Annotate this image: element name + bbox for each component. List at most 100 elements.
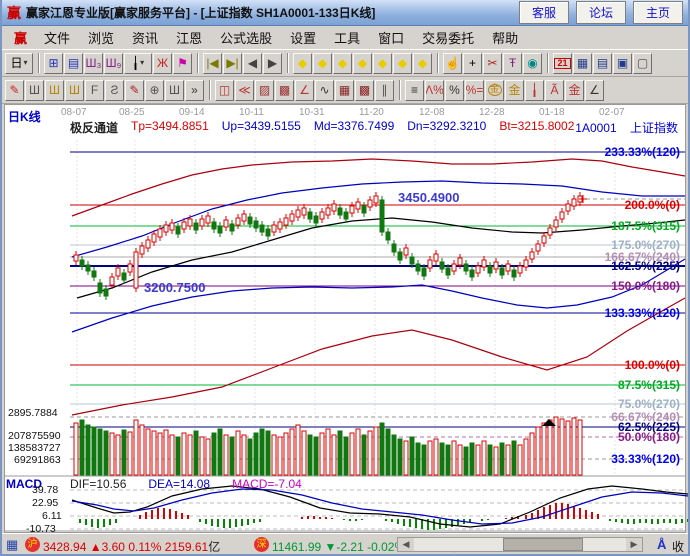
homepage-button[interactable]: 主页 (633, 1, 683, 24)
menu-item-9[interactable]: 帮助 (483, 25, 527, 50)
zigzag-button[interactable]: ∿ (315, 80, 334, 101)
macd-value-1: DEA=14.08 (148, 477, 210, 491)
scroll-right-arrow[interactable]: ▶ (626, 538, 642, 551)
diamond-tool-4-button[interactable]: ◆ (353, 53, 372, 74)
grid-gold-2-button[interactable]: Ш (65, 80, 84, 101)
candle-body (308, 212, 312, 219)
draw-pen-button[interactable]: ✎ (5, 80, 24, 101)
export-button[interactable]: ▢ (633, 53, 652, 74)
menu-item-8[interactable]: 交易委托 (413, 25, 483, 50)
gold-lines-button[interactable]: 金 (505, 80, 524, 101)
angle-line-button[interactable]: ∠ (585, 80, 604, 101)
fan-lines-button[interactable]: ≪ (235, 80, 254, 101)
candle-body (104, 289, 108, 296)
period-button[interactable]: ╽▾ (124, 53, 152, 74)
percent-line-button[interactable]: %= (465, 80, 484, 101)
volume-bar (338, 431, 342, 475)
menu-item-2[interactable]: 资讯 (123, 25, 167, 50)
price-ladder-button[interactable]: ≡ (405, 80, 424, 101)
gann-grid-1-button[interactable]: ▨ (255, 80, 274, 101)
gann-box-button[interactable]: ◫ (215, 80, 234, 101)
grid-block-2-button[interactable]: ▩ (355, 80, 374, 101)
percent-button[interactable]: % (445, 80, 464, 101)
gann-grid-2-button[interactable]: ▩ (275, 80, 294, 101)
grid-gold-1-button[interactable]: Ш (45, 80, 64, 101)
candle-body (326, 208, 330, 215)
kline-chart[interactable]: 233.33%(120)200.0%(0)187.5%(315)175.0%(2… (2, 104, 690, 533)
diamond-tool-1-button[interactable]: ◆ (293, 53, 312, 74)
hand-tool-button[interactable]: ☝ (443, 53, 462, 74)
scale-label: 69291863 (14, 454, 61, 466)
diamond-tool-2-button[interactable]: ◆ (313, 53, 332, 74)
more-tools-button[interactable]: » (185, 80, 204, 101)
menu-item-7[interactable]: 窗口 (369, 25, 413, 50)
last-bar-button[interactable]: ▶| (223, 53, 242, 74)
volume-bar (566, 421, 570, 475)
candle-pen-button[interactable]: ╽ (525, 80, 544, 101)
volume-bar (110, 433, 114, 475)
brush-button[interactable]: ✎ (125, 80, 144, 101)
menu-item-1[interactable]: 浏览 (79, 25, 123, 50)
grid-block-1-button[interactable]: ▦ (335, 80, 354, 101)
forum-button[interactable]: 论坛 (576, 1, 626, 24)
gold-circle-button[interactable]: 金 (485, 80, 504, 101)
measure-button[interactable]: ✂ (483, 53, 502, 74)
parallel-lines-button[interactable]: ∥ (375, 80, 394, 101)
volume-bar (116, 435, 120, 475)
shenzhen-market-icon[interactable]: 深 (254, 537, 269, 552)
diamond-tool-6-button[interactable]: ◆ (393, 53, 412, 74)
volume-bar (458, 445, 462, 475)
grid-button[interactable]: Ш (25, 80, 44, 101)
diamond-tool-7-button[interactable]: ◆ (413, 53, 432, 74)
window-layout-button[interactable]: ⊞ (44, 53, 63, 74)
grid-wide-button[interactable]: Ш (165, 80, 184, 101)
gold-red-button[interactable]: 金 (565, 80, 584, 101)
pattern-button[interactable]: Ж (153, 53, 172, 74)
retracement-button[interactable]: Λ% (425, 80, 444, 101)
customer-service-button[interactable]: 客服 (519, 1, 569, 24)
grid-coil-button[interactable]: Ƨ (105, 80, 124, 101)
next-bar-button[interactable]: ▶ (263, 53, 282, 74)
calculator-button[interactable]: ▦ (573, 53, 592, 74)
menu-bar: 赢 文件浏览资讯江恩公式选股设置工具窗口交易委托帮助 (2, 26, 688, 50)
menu-item-0[interactable]: 文件 (35, 25, 79, 50)
channel-curve-Bt (72, 298, 685, 415)
menu-item-6[interactable]: 工具 (325, 25, 369, 50)
diamond-tool-3-button[interactable]: ◆ (333, 53, 352, 74)
scroll-left-arrow[interactable]: ◀ (398, 538, 414, 551)
smart-analysis-button[interactable]: ◉ (523, 53, 542, 74)
user-status-icon[interactable]: Å (657, 537, 666, 552)
wave-marker-button[interactable]: Ã (545, 80, 564, 101)
candle-body (542, 236, 546, 243)
diamond-tool-5-button[interactable]: ◆ (373, 53, 392, 74)
circle-grid-icon: ⊕ (149, 84, 159, 96)
grid-f-button[interactable]: F (85, 80, 104, 101)
menu-item-5[interactable]: 设置 (281, 25, 325, 50)
gann-tool-button[interactable]: Ŧ (503, 53, 522, 74)
sh-amount: 2159.61 (165, 540, 208, 554)
crosshair-button[interactable]: + (463, 53, 482, 74)
notebook-button[interactable]: ▤ (593, 53, 612, 74)
calendar-button[interactable]: 21 (553, 53, 572, 74)
prev-bar-button[interactable]: ◀ (243, 53, 262, 74)
first-bar-button[interactable]: |◀ (203, 53, 222, 74)
save-button[interactable]: ▣ (613, 53, 632, 74)
status-bar: ▦ 沪 3428.94 ▲3.60 0.11% 2159.61亿 深 11461… (2, 533, 688, 554)
wave-3-button[interactable]: Ш₃ (84, 53, 103, 74)
info-note-button[interactable]: ▤ (64, 53, 83, 74)
volume-bar (194, 431, 198, 475)
angle-fan-button[interactable]: ∠ (295, 80, 314, 101)
volume-bar (86, 425, 90, 475)
menu-item-4[interactable]: 公式选股 (211, 25, 281, 50)
wave-9-button[interactable]: Ш₉ (104, 53, 123, 74)
scrollbar-thumb[interactable] (503, 538, 583, 551)
quote-grid-icon[interactable]: ▦ (6, 537, 18, 553)
kline-style-button[interactable]: 日▾ (5, 53, 33, 74)
trend-flag-button[interactable]: ⚑ (173, 53, 192, 74)
horizontal-scrollbar[interactable]: ◀ ▶ (397, 537, 643, 552)
diamond-tool-6-icon: ◆ (398, 57, 407, 69)
menu-item-3[interactable]: 江恩 (167, 25, 211, 50)
circle-grid-button[interactable]: ⊕ (145, 80, 164, 101)
volume-bar (104, 431, 108, 475)
shanghai-market-icon[interactable]: 沪 (25, 537, 40, 552)
